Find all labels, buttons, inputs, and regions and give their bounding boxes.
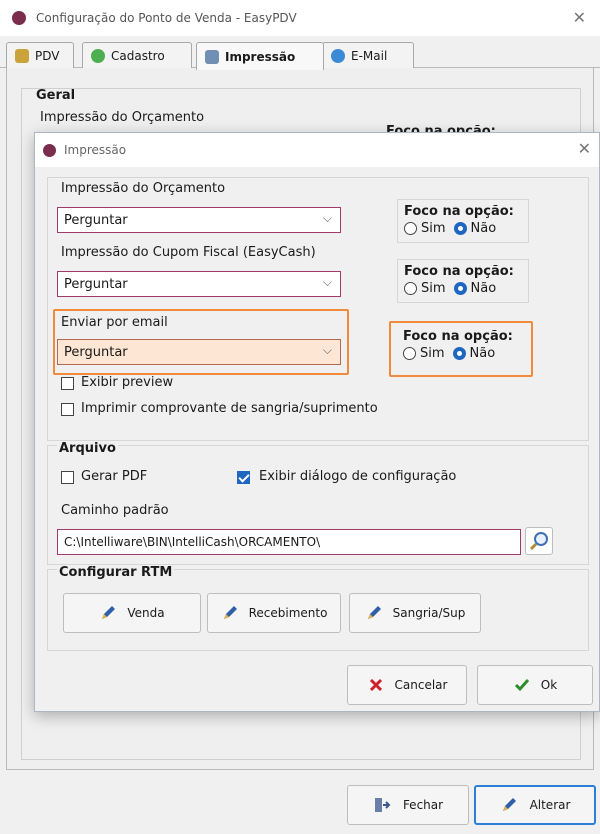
dialog-titlebar: Impressão ✕ [35,133,599,167]
window-close-icon[interactable]: ✕ [573,8,586,27]
chevron-down-icon: ⌵ [322,275,332,289]
gerar-pdf-label: Gerar PDF [81,469,148,484]
sim-label: Sim [421,221,446,236]
browse-button[interactable] [525,527,553,555]
sangria-label: Sangria/Sup [392,606,466,620]
foco-cupom: Foco na opção: Sim Não [397,259,529,303]
caminho-value: C:\Intelliware\BIN\IntelliCash\ORCAMENTO… [64,535,321,549]
main-titlebar: Configuração do Ponto de Venda - EasyPDV… [0,0,600,36]
alterar-label: Alterar [529,798,571,812]
search-icon [529,532,548,551]
edit-icon [223,606,237,619]
foco-title: Foco na opção: [403,329,513,344]
window-title: Configuração do Ponto de Venda - EasyPDV [36,11,297,25]
sim-label: Sim [420,346,445,361]
venda-label: Venda [127,606,165,620]
email-select[interactable]: Perguntar ⌵ [57,339,341,365]
orcamento-select[interactable]: Perguntar ⌵ [57,207,341,233]
email-value: Perguntar [64,344,128,360]
email-label: Enviar por email [61,315,168,330]
cadastro-icon [91,49,105,63]
caminho-label: Caminho padrão [61,503,169,518]
edit-icon [367,606,381,619]
email-icon [331,49,345,63]
close-icon [369,678,382,692]
fechar-label: Fechar [402,798,444,812]
tab-bar: PDV Cadastro E-Mail Impressão [0,42,600,70]
foco-sim-radio[interactable] [403,347,416,360]
geral-heading: Geral [36,88,76,103]
alterar-button[interactable]: Alterar [474,785,596,825]
tab-cadastro[interactable]: Cadastro [82,42,192,69]
cancelar-label: Cancelar [394,678,448,692]
nao-label: Não [470,221,497,236]
chevron-down-icon: ⌵ [322,211,332,225]
edit-icon [502,798,516,811]
tab-label: PDV [35,49,60,63]
rtm-sangria-button[interactable]: Sangria/Sup [349,593,481,633]
app-logo-icon [12,11,26,25]
tab-email[interactable]: E-Mail [322,42,414,69]
foco-nao-radio[interactable] [453,222,467,235]
exibir-dialogo-label: Exibir diálogo de configuração [259,469,457,484]
nao-label: Não [469,346,496,361]
chevron-down-icon: ⌵ [322,343,332,357]
foco-orcamento: Foco na opção: Sim Não [397,199,529,243]
exit-icon [374,798,391,812]
caminho-input[interactable]: C:\Intelliware\BIN\IntelliCash\ORCAMENTO… [57,529,521,555]
check-icon [514,679,529,692]
rtm-recebimento-button[interactable]: Recebimento [207,593,341,633]
app-logo-icon [43,143,56,157]
exibir-preview-checkbox[interactable] [61,377,74,390]
gerar-pdf-checkbox[interactable] [61,471,74,484]
cupom-select[interactable]: Perguntar ⌵ [57,271,341,297]
cupom-label: Impressão do Cupom Fiscal (EasyCash) [61,245,316,260]
foco-sim-radio[interactable] [404,222,417,235]
foco-sim-radio[interactable] [404,282,417,295]
fechar-button[interactable]: Fechar [347,785,469,825]
impressao-dialog: Impressão ✕ Impressão do Orçamento Pergu… [34,132,600,712]
rtm-venda-button[interactable]: Venda [63,593,201,633]
foco-nao-radio[interactable] [453,282,467,295]
exibir-dialogo-checkbox[interactable] [237,471,250,484]
sim-label: Sim [421,281,446,296]
rtm-heading: Configurar RTM [57,565,175,580]
imprimir-comprovante-checkbox[interactable] [61,403,74,416]
nao-label: Não [470,281,497,296]
imprimir-comprovante-label: Imprimir comprovante de sangria/suprimen… [81,401,378,416]
cupom-value: Perguntar [64,276,128,292]
tab-impressao[interactable]: Impressão [196,42,324,70]
orcamento-value: Perguntar [64,212,128,228]
tab-label: Impressão [225,49,296,64]
exibir-preview-label: Exibir preview [81,375,174,390]
tab-label: Cadastro [111,49,165,63]
tab-pdv[interactable]: PDV [6,42,74,69]
foco-title: Foco na opção: [404,204,514,219]
dialog-title: Impressão [64,143,127,157]
printer-icon [205,49,219,64]
foco-title: Foco na opção: [404,264,514,279]
dialog-close-icon[interactable]: ✕ [578,139,591,158]
edit-icon [102,606,116,619]
ok-label: Ok [540,678,558,692]
foco-nao-radio[interactable] [452,347,466,360]
cancelar-button[interactable]: Cancelar [347,665,467,705]
tab-label: E-Mail [351,49,388,63]
pdv-icon [15,49,29,63]
bg-impressao-orcamento: Impressão do Orçamento [40,110,205,125]
ok-button[interactable]: Ok [477,665,593,705]
orcamento-label: Impressão do Orçamento [61,181,226,196]
arquivo-heading: Arquivo [57,441,118,456]
foco-email: Foco na opção: Sim Não [397,325,529,369]
recebimento-label: Recebimento [248,606,328,620]
